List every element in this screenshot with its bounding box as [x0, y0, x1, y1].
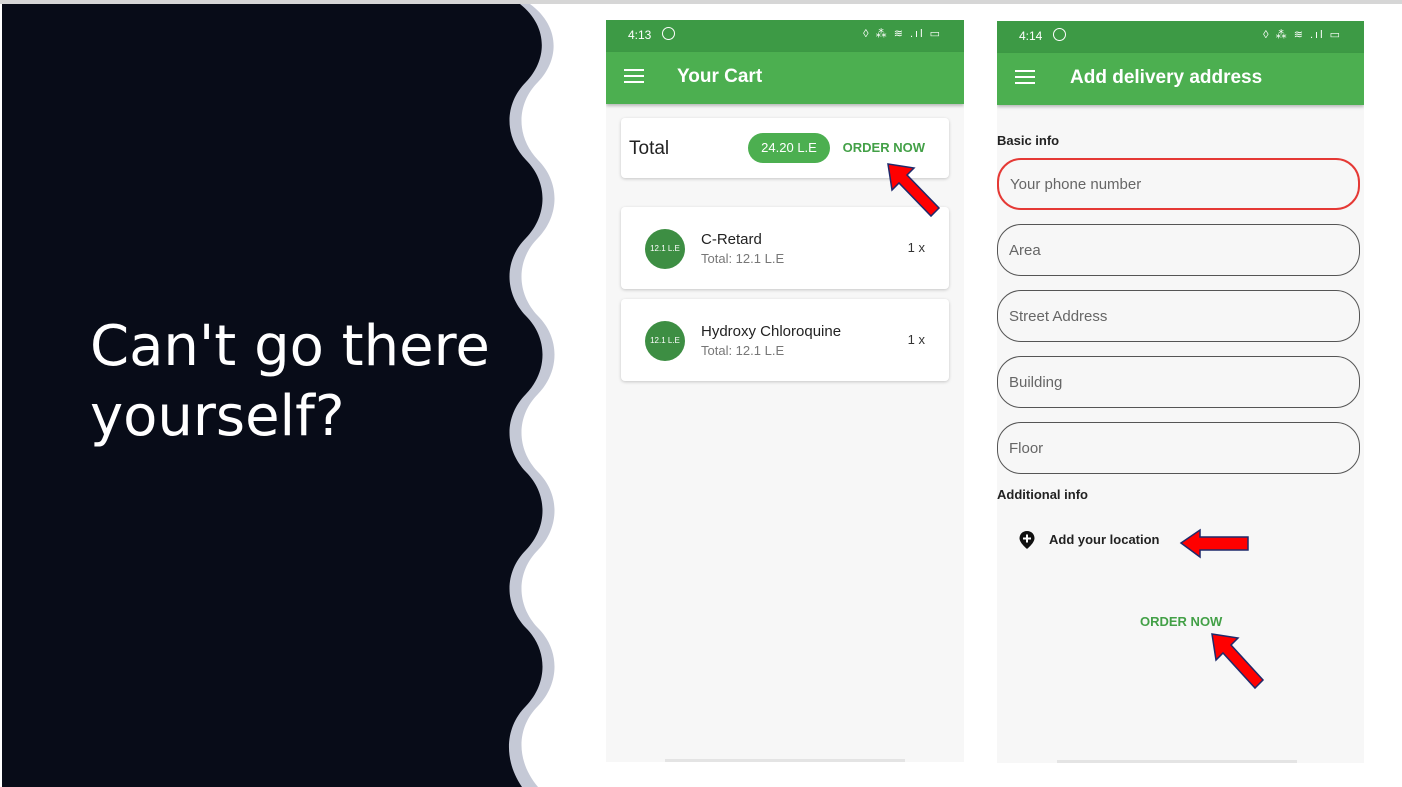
cart-screen: 4:13 ◊ ⁂ ≋ .ıl ▭ Your Cart Total 24.20 L…	[606, 20, 964, 762]
total-label: Total	[629, 138, 670, 159]
status-icons: ◊ ⁂ ≋ .ıl ▭	[1263, 29, 1342, 41]
address-screen: 4:14 ◊ ⁂ ≋ .ıl ▭ Add delivery address Ba…	[997, 21, 1364, 763]
whatsapp-icon	[662, 27, 675, 40]
slide-headline: Can't go there yourself?	[90, 314, 490, 449]
page-title: Your Cart	[677, 66, 763, 87]
add-location-label: Add your location	[1049, 532, 1160, 547]
total-amount-badge: 24.20 L.E	[748, 133, 830, 163]
red-arrow-icon	[1211, 633, 1265, 690]
title-panel: Can't go there yourself?	[2, 4, 562, 787]
additional-info-label: Additional info	[997, 487, 1088, 502]
menu-icon[interactable]	[624, 69, 644, 83]
item-quantity: 1 x	[907, 332, 925, 347]
status-time: 4:14	[1019, 29, 1043, 43]
building-field[interactable]	[997, 356, 1360, 408]
item-name: Hydroxy Chloroquine	[701, 323, 842, 340]
status-bar: 4:13 ◊ ⁂ ≋ .ıl ▭	[606, 20, 964, 52]
price-avatar: 12.1 L.E	[645, 321, 685, 361]
order-now-button[interactable]: ORDER NOW	[1140, 614, 1222, 629]
gesture-bar	[1057, 760, 1297, 763]
gesture-bar	[665, 759, 905, 762]
item-total: Total: 12.1 L.E	[701, 251, 785, 266]
app-bar: Your Cart	[606, 52, 964, 104]
item-quantity: 1 x	[907, 240, 925, 255]
status-time: 4:13	[628, 28, 652, 42]
status-bar: 4:14 ◊ ⁂ ≋ .ıl ▭	[997, 21, 1364, 53]
floor-field[interactable]	[997, 422, 1360, 474]
phone-number-field[interactable]	[997, 158, 1360, 210]
basic-info-label: Basic info	[997, 133, 1060, 148]
street-address-field[interactable]	[997, 290, 1360, 342]
order-now-button[interactable]: ORDER NOW	[843, 140, 925, 155]
add-location-icon	[1019, 531, 1035, 549]
page-title: Add delivery address	[1070, 67, 1263, 88]
app-bar: Add delivery address	[997, 53, 1364, 105]
area-field[interactable]	[997, 224, 1360, 276]
status-icons: ◊ ⁂ ≋ .ıl ▭	[863, 28, 942, 40]
red-arrow-icon	[887, 163, 941, 218]
item-total: Total: 12.1 L.E	[701, 343, 785, 358]
item-name: C-Retard	[701, 231, 762, 248]
menu-icon[interactable]	[1015, 70, 1035, 84]
list-item[interactable]: 12.1 L.E Hydroxy Chloroquine Total: 12.1…	[621, 299, 949, 381]
price-avatar: 12.1 L.E	[645, 229, 685, 269]
red-arrow-icon	[1179, 528, 1249, 559]
whatsapp-icon	[1053, 28, 1066, 41]
